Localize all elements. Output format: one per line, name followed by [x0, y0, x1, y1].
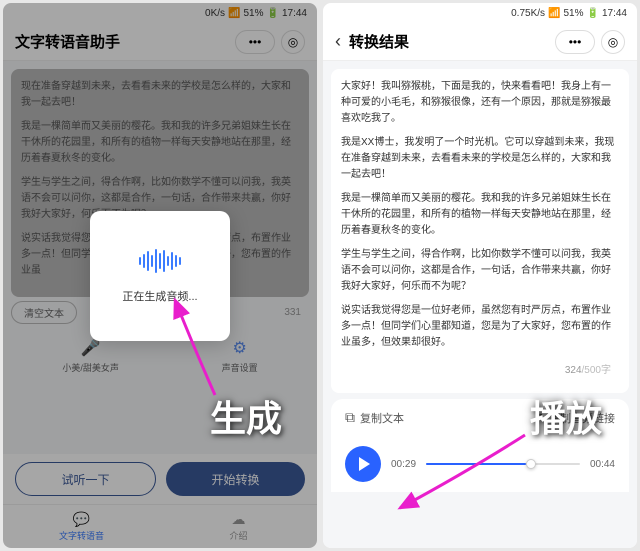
time-current: 00:29 — [391, 459, 416, 470]
share-icon: ↗ — [532, 409, 544, 426]
modal-text: 正在生成音频... — [122, 288, 197, 304]
result-text: 大家好！我叫猕猴桃，下面是我的，快来看看吧！我身上有一种可爱的小毛毛，和猕猴很像… — [331, 69, 629, 393]
net-speed: 0.75K/s — [511, 8, 545, 19]
copy-link-label: 复制音频链接 — [549, 410, 615, 426]
waveform-icon — [139, 248, 181, 274]
copy-text-button[interactable]: ⧉ 复制文本 — [345, 409, 404, 426]
action-row: ⧉ 复制文本 ↗ 复制音频链接 — [331, 399, 629, 436]
header: ‹ 转换结果 ••• ◎ — [323, 23, 637, 61]
page-title: 转换结果 — [349, 31, 555, 52]
paragraph: 我是XX博士，我发明了一个时光机。它可以穿越到未来，我现在准备穿越到未来，去看看… — [341, 135, 619, 183]
progress-thumb[interactable] — [526, 459, 536, 469]
progress-bar[interactable] — [426, 463, 580, 465]
back-button[interactable]: ‹ — [335, 31, 341, 52]
battery-icon: 🔋 — [587, 8, 599, 19]
signal-icon: 📶 — [548, 8, 560, 19]
clock: 17:44 — [602, 8, 627, 19]
status-bar: 0.75K/s 📶 51% 🔋 17:44 — [323, 3, 637, 23]
phone-right: 0.75K/s 📶 51% 🔋 17:44 ‹ 转换结果 ••• ◎ 大家好！我… — [323, 3, 637, 548]
menu-button[interactable]: ••• — [555, 30, 595, 54]
copy-link-button[interactable]: ↗ 复制音频链接 — [532, 409, 615, 426]
copy-text-label: 复制文本 — [360, 410, 404, 426]
time-total: 00:44 — [590, 459, 615, 470]
play-icon — [359, 457, 370, 471]
char-count: 324/500字 — [341, 359, 619, 383]
battery-text: 51% — [564, 8, 584, 19]
phone-left: 0K/s 📶 51% 🔋 17:44 文字转语音助手 ••• ◎ 现在准备穿越到… — [3, 3, 317, 548]
play-button[interactable] — [345, 446, 381, 482]
paragraph: 大家好！我叫猕猴桃，下面是我的，快来看看吧！我身上有一种可爱的小毛毛，和猕猴很像… — [341, 79, 619, 127]
generating-modal: 正在生成音频... — [90, 211, 230, 341]
paragraph: 学生与学生之间，得合作啊，比如你数学不懂可以问我，我英语不会可以问你，这都是合作… — [341, 247, 619, 295]
player-panel: ⧉ 复制文本 ↗ 复制音频链接 00:29 00:44 — [331, 399, 629, 492]
paragraph: 说实话我觉得您是一位好老师，虽然您有时严厉点，布置作业多一点！但同学们心里都知道… — [341, 303, 619, 351]
target-button[interactable]: ◎ — [601, 30, 625, 54]
audio-player: 00:29 00:44 — [331, 436, 629, 492]
modal-overlay: 正在生成音频... — [3, 3, 317, 548]
copy-icon: ⧉ — [345, 409, 355, 426]
content-area: 大家好！我叫猕猴桃，下面是我的，快来看看吧！我身上有一种可爱的小毛毛，和猕猴很像… — [323, 61, 637, 548]
progress-fill — [426, 463, 526, 465]
paragraph: 我是一棵简单而又美丽的樱花。我和我的许多兄弟姐妹生长在干休所的花园里，和所有的植… — [341, 191, 619, 239]
